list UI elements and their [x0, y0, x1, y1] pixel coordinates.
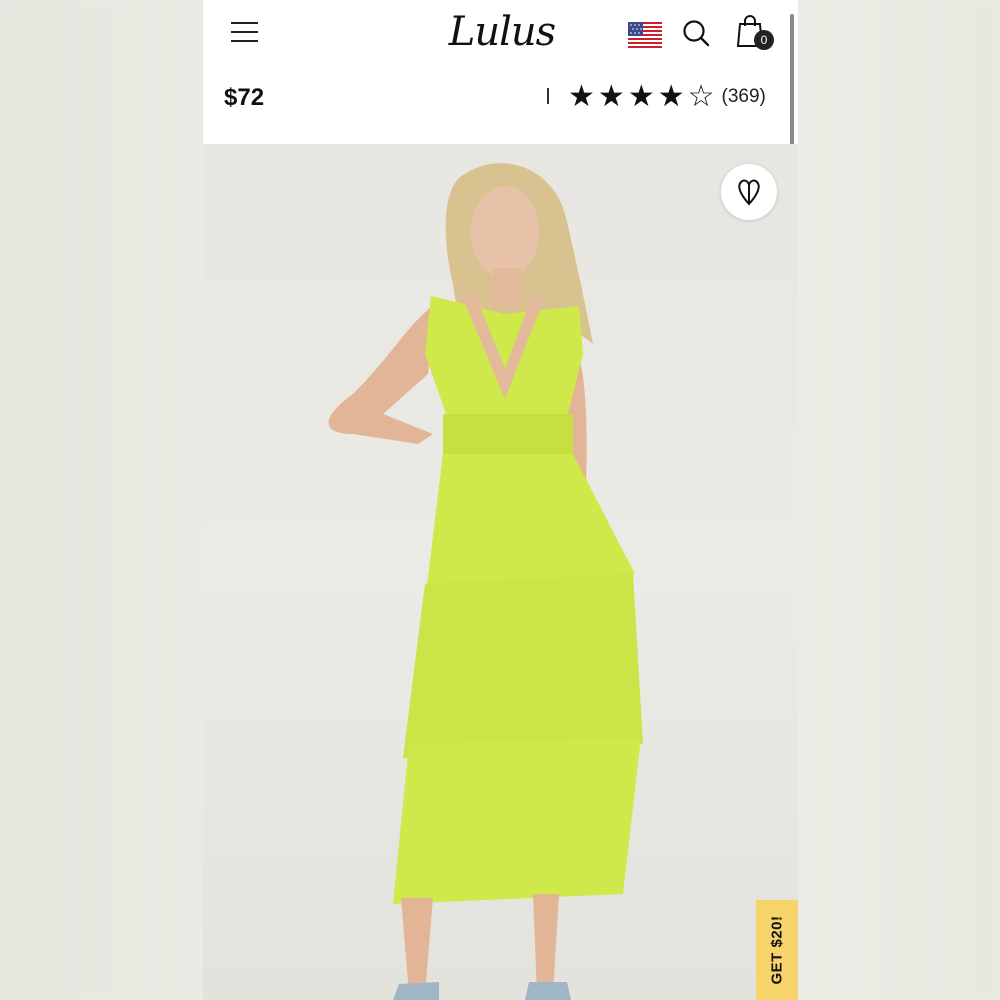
- site-logo[interactable]: Lulus: [447, 2, 557, 64]
- star-filled-icon: ★: [597, 80, 625, 113]
- product-image[interactable]: GET $20!: [203, 144, 798, 1000]
- promo-tab[interactable]: GET $20!: [756, 900, 798, 1000]
- star-filled-icon: ★: [568, 80, 595, 113]
- divider: [547, 88, 549, 104]
- us-flag-icon[interactable]: [628, 22, 662, 48]
- wishlist-button[interactable]: [721, 164, 777, 220]
- hamburger-menu-icon[interactable]: [231, 20, 259, 44]
- star-filled-icon: ★: [657, 80, 685, 113]
- review-count[interactable]: (369): [722, 86, 766, 108]
- product-summary: $72 ★ ★ ★ ★ ☆ (369): [203, 72, 798, 144]
- shopping-bag-icon[interactable]: 0: [736, 14, 778, 52]
- heart-icon: [738, 179, 760, 206]
- search-icon[interactable]: [681, 18, 711, 48]
- star-empty-icon: ☆: [687, 80, 715, 113]
- product-price: $72: [224, 84, 265, 111]
- rating-stars[interactable]: ★ ★ ★ ★ ☆ (369): [568, 80, 766, 114]
- star-filled-icon: ★: [627, 80, 655, 113]
- promo-label: GET $20!: [768, 915, 786, 985]
- cart-count-badge: 0: [754, 30, 774, 50]
- site-header: Lulus 0: [203, 0, 798, 73]
- mobile-page: Lulus 0 $72 ★ ★ ★ ★ ☆ (369) GET $20!: [203, 0, 798, 1000]
